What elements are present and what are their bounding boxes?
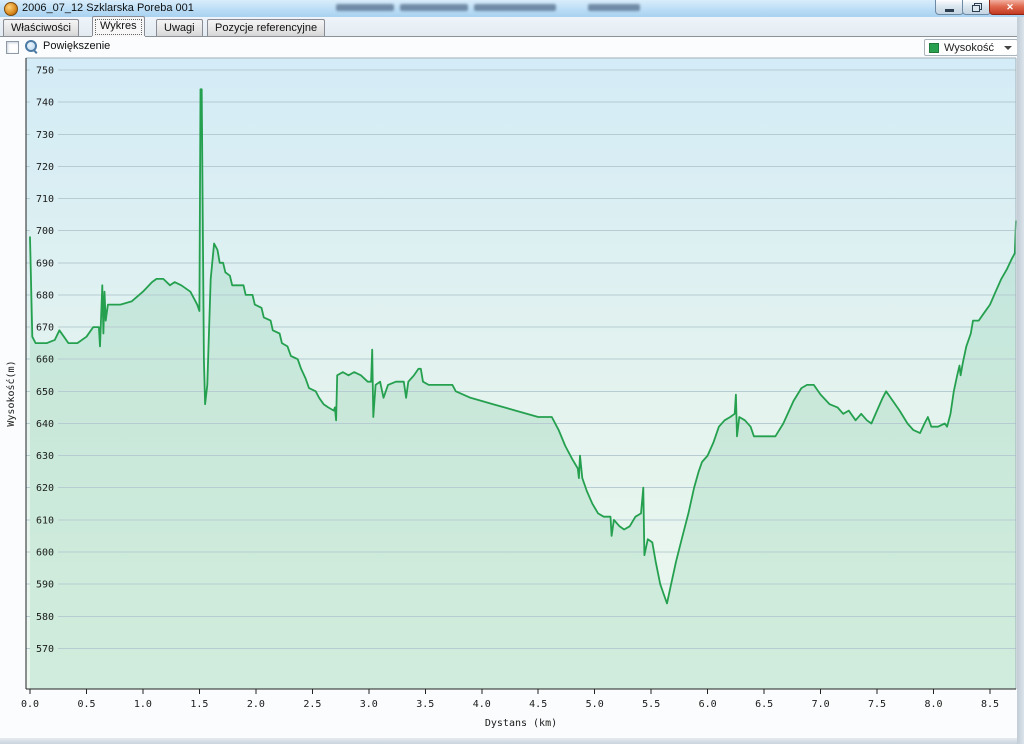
window-title: 2006_07_12 Szklarska Poreba 001 [22,2,194,14]
svg-text:3.0: 3.0 [360,699,378,710]
window-frame-bottom [0,738,1017,744]
svg-text:2.0: 2.0 [247,699,265,710]
svg-text:4.5: 4.5 [529,699,547,710]
svg-text:7.0: 7.0 [812,699,830,710]
svg-text:620: 620 [36,483,54,494]
svg-text:640: 640 [36,419,54,430]
redacted-text [588,4,640,11]
svg-text:6.5: 6.5 [755,699,773,710]
app-icon [4,2,18,16]
zoom-checkbox[interactable] [6,41,19,54]
svg-text:630: 630 [36,451,54,462]
svg-text:6.0: 6.0 [699,699,717,710]
close-button[interactable]: ✕ [989,0,1024,15]
svg-text:590: 590 [36,580,54,591]
tab-page-wykres: Powiększenie Wysokość 570 580 590 600 610 620… [0,36,1017,739]
series-select-value: Wysokość [944,42,1004,54]
svg-text:2.5: 2.5 [303,699,321,710]
svg-text:740: 740 [36,98,54,109]
close-icon: ✕ [1006,2,1014,13]
tab-wykres[interactable]: Wykres [92,16,145,36]
svg-text:750: 750 [36,66,54,77]
chart-toolbar: Powiększenie Wysokość [0,37,1017,56]
svg-text:1.5: 1.5 [190,699,208,710]
svg-text:3.5: 3.5 [416,699,434,710]
restore-icon [972,3,981,11]
chevron-down-icon [1004,46,1012,50]
redacted-text [336,4,394,11]
svg-text:680: 680 [36,290,54,301]
svg-text:600: 600 [36,548,54,559]
svg-text:650: 650 [36,387,54,398]
svg-text:690: 690 [36,258,54,269]
svg-text:710: 710 [36,194,54,205]
svg-text:570: 570 [36,644,54,655]
svg-text:670: 670 [36,323,54,334]
svg-text:660: 660 [36,355,54,366]
svg-text:580: 580 [36,612,54,623]
svg-text:4.0: 4.0 [473,699,491,710]
elevation-profile-plot: 570 580 590 600 610 620 630 640 650 660 670 680 690 7… [0,56,1017,739]
svg-text:5.5: 5.5 [642,699,660,710]
title-bar: 2006_07_12 Szklarska Poreba 001 ✕ [0,0,1024,18]
minimize-icon [945,9,954,12]
svg-text:5.0: 5.0 [586,699,604,710]
svg-text:720: 720 [36,162,54,173]
magnifier-icon [25,40,38,53]
redacted-text [474,4,556,11]
zoom-checkbox-label: Powiększenie [43,40,110,52]
svg-text:0.0: 0.0 [21,699,39,710]
svg-text:8.5: 8.5 [981,699,999,710]
series-color-swatch [929,43,939,53]
minimize-button[interactable] [935,0,964,15]
svg-text:730: 730 [36,130,54,141]
tab-strip: Właściwości Wykres Uwagi Pozycje referen… [0,17,1017,36]
app-window: 2006_07_12 Szklarska Poreba 001 ✕ Właści… [0,0,1024,744]
svg-text:1.0: 1.0 [134,699,152,710]
elevation-chart[interactable]: 570 580 590 600 610 620 630 640 650 660 670 680 690 7… [0,56,1017,739]
tab-pozycje-referencyjne[interactable]: Pozycje referencyjne [207,19,325,36]
window-frame-right [1017,17,1024,744]
svg-text:Wysokość(m): Wysokość(m) [5,360,17,426]
svg-text:7.5: 7.5 [868,699,886,710]
series-select-combo[interactable]: Wysokość [924,39,1018,56]
svg-text:0.5: 0.5 [77,699,95,710]
svg-text:700: 700 [36,226,54,237]
svg-text:610: 610 [36,515,54,526]
restore-button[interactable] [962,0,991,15]
tab-wlasciwosci[interactable]: Właściwości [3,19,79,36]
tab-uwagi[interactable]: Uwagi [156,19,203,36]
svg-text:8.0: 8.0 [924,699,942,710]
svg-text:Dystans (km): Dystans (km) [485,718,557,729]
redacted-text [400,4,468,11]
